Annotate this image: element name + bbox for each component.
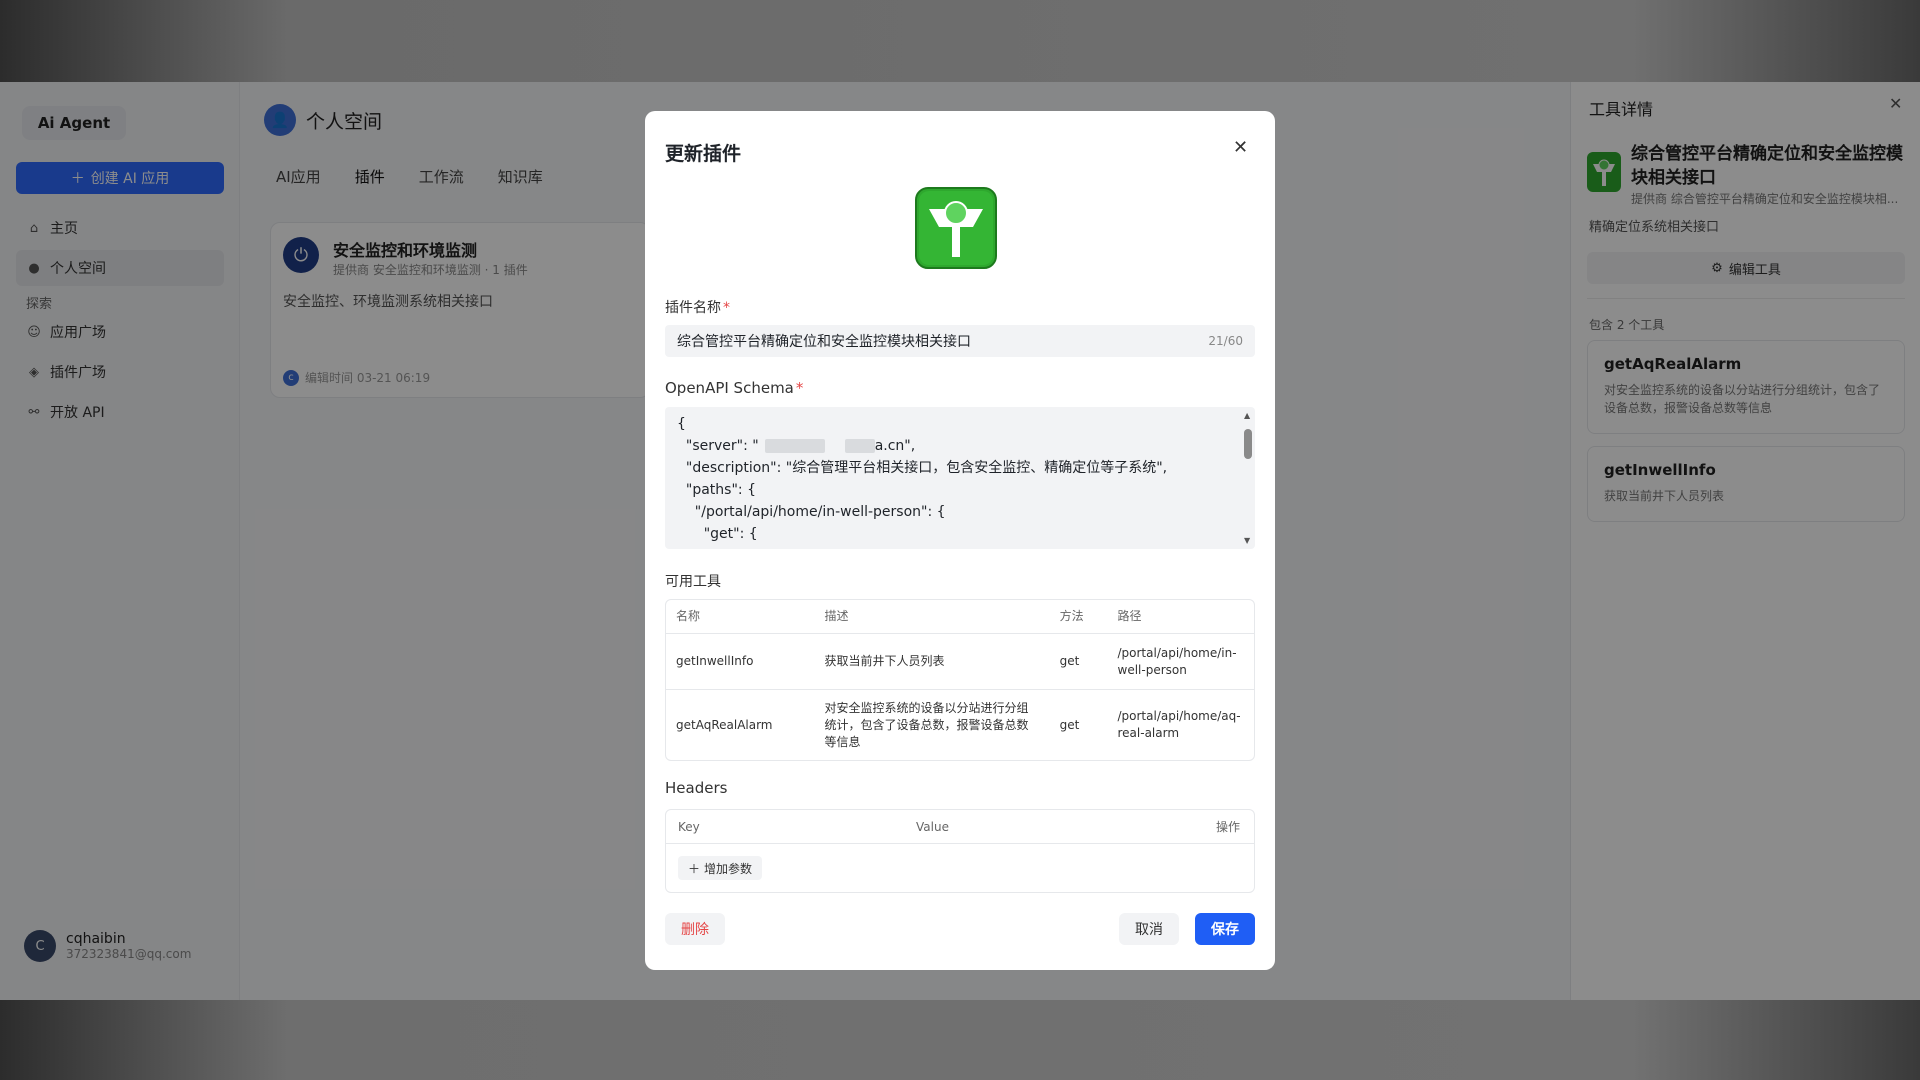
delete-button[interactable]: 删除 — [665, 913, 725, 945]
plugin-name-input[interactable]: 综合管控平台精确定位和安全监控模块相关接口 21/60 — [665, 325, 1255, 357]
column-header: 操作 — [1215, 820, 1240, 834]
table-header-row: 名称 描述 方法 路径 — [666, 600, 1254, 634]
screen-top-bar — [0, 0, 1920, 82]
schema-server-suffix: a.cn", — [874, 438, 916, 454]
available-tools-label: 可用工具 — [665, 574, 721, 590]
close-icon[interactable]: ✕ — [1233, 137, 1248, 158]
save-button[interactable]: 保存 — [1195, 913, 1255, 945]
schema-label-text: OpenAPI Schema — [665, 379, 794, 397]
schema-label: OpenAPI Schema * — [665, 379, 803, 397]
tool-path-cell: /portal/api/home/in-well-person — [1117, 645, 1237, 677]
plugin-name-label: 插件名称 * — [665, 297, 730, 317]
schema-server-key: "server": " — [677, 438, 759, 454]
schema-line: "/portal/api/home/in-well-person": { — [677, 504, 946, 520]
tool-method-cell: get — [1059, 717, 1080, 732]
update-plugin-dialog: 更新插件 ✕ 插件名称 * 综合管控平台精确定位和安全监控模块相关接口 21/60… — [645, 111, 1275, 970]
headers-table: Key Value 操作 ＋ 增加参数 — [665, 809, 1255, 893]
add-param-label: 增加参数 — [704, 861, 753, 876]
tool-name-cell: getInwellInfo — [676, 654, 754, 668]
add-param-button[interactable]: ＋ 增加参数 — [678, 856, 763, 880]
screen-bottom-bar — [0, 1000, 1920, 1080]
tool-path-cell: /portal/api/home/aq-real-alarm — [1117, 709, 1241, 740]
headers-label: Headers — [665, 779, 728, 797]
tool-name-cell: getAqRealAlarm — [676, 717, 773, 732]
column-header: 描述 — [824, 609, 849, 623]
plugin-logo-icon[interactable] — [915, 187, 997, 269]
char-counter: 21/60 — [1208, 334, 1243, 348]
tool-desc-cell: 获取当前井下人员列表 — [824, 654, 945, 668]
schema-line: "get": { — [677, 526, 758, 542]
schema-line: "paths": { — [677, 482, 756, 498]
required-mark: * — [795, 379, 804, 397]
plugin-name-label-text: 插件名称 — [665, 300, 721, 316]
scroll-up-icon[interactable]: ▲ — [1244, 411, 1250, 420]
scroll-down-icon[interactable]: ▼ — [1244, 536, 1250, 545]
scrollbar[interactable]: ▲ ▼ — [1243, 411, 1253, 545]
tool-desc-cell: 对安全监控系统的设备以分站进行分组统计，包含了设备总数，报警设备总数等信息 — [824, 700, 1029, 749]
plus-icon: ＋ — [688, 861, 701, 876]
column-header: 路径 — [1117, 609, 1142, 623]
schema-line: "server": " a.cn", — [677, 435, 1243, 457]
schema-line: "description": "综合管理平台相关接口，包含安全监控、精确定位等子… — [677, 460, 1168, 476]
cancel-button[interactable]: 取消 — [1119, 913, 1179, 945]
tools-table: 名称 描述 方法 路径 getInwellInfo 获取当前井下人员列表 get… — [665, 599, 1255, 761]
column-header: 名称 — [676, 609, 701, 623]
redacted-block — [844, 439, 875, 453]
tool-method-cell: get — [1059, 654, 1080, 668]
column-header: Key — [678, 819, 700, 834]
scrollbar-thumb[interactable] — [1244, 429, 1252, 459]
column-header: 方法 — [1059, 609, 1084, 623]
schema-line: { — [677, 416, 686, 432]
table-header-row: Key Value 操作 — [666, 810, 1254, 844]
openapi-schema-editor[interactable]: { "server": " a.cn", "description": "综合管理… — [665, 407, 1255, 549]
dialog-title: 更新插件 — [665, 143, 742, 165]
redacted-block — [764, 439, 825, 453]
column-header: Value — [916, 819, 949, 834]
required-mark: * — [723, 300, 730, 316]
plugin-name-value: 综合管控平台精确定位和安全监控模块相关接口 — [677, 334, 971, 350]
table-row: getInwellInfo 获取当前井下人员列表 get /portal/api… — [666, 634, 1254, 690]
table-row: getAqRealAlarm 对安全监控系统的设备以分站进行分组统计，包含了设备… — [666, 690, 1254, 760]
